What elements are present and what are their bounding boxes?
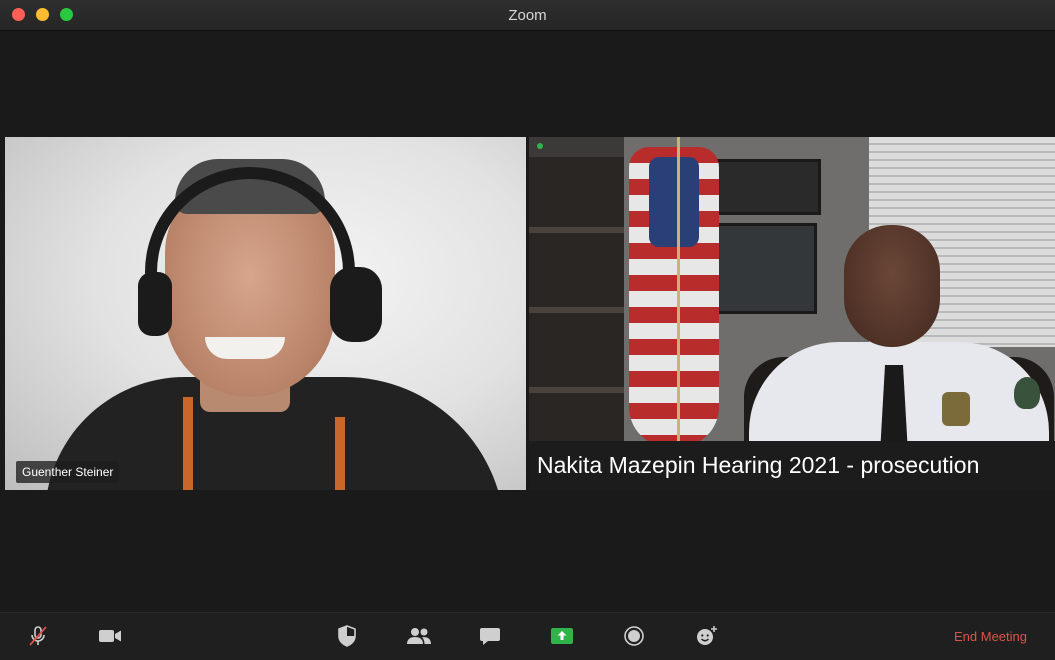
microphone-muted-icon (29, 626, 47, 646)
participants-button[interactable] (405, 623, 433, 649)
meeting-controls-toolbar: End Meeting (0, 612, 1055, 660)
zoom-window: Zoom Guenther Steiner Nakita Mazepin Hea… (0, 0, 1055, 660)
record-button[interactable] (620, 623, 648, 649)
participants-icon (407, 628, 431, 644)
participant-video-tile[interactable]: Guenther Steiner (5, 137, 526, 490)
reactions-button[interactable] (692, 623, 720, 649)
security-shield-icon (338, 625, 356, 647)
share-screen-button[interactable] (548, 623, 576, 649)
mute-button[interactable] (24, 623, 52, 649)
chat-button[interactable] (476, 623, 504, 649)
end-meeting-button[interactable]: End Meeting (954, 629, 1027, 644)
security-button[interactable] (333, 623, 361, 649)
video-gallery: Guenther Steiner Nakita Mazepin Hearing … (0, 31, 1055, 612)
share-screen-icon (551, 628, 573, 644)
record-icon (624, 626, 644, 646)
recording-indicator-icon (537, 143, 543, 149)
window-title: Zoom (508, 7, 547, 24)
start-video-button[interactable] (96, 623, 124, 649)
title-bar: Zoom (0, 0, 1055, 31)
chat-icon (480, 628, 500, 645)
reactions-icon (697, 626, 717, 645)
caption-text: Nakita Mazepin Hearing 2021 - prosecutio… (537, 452, 980, 478)
participant-name-label: Guenther Steiner (16, 461, 120, 483)
participant-video-tile[interactable]: Nakita Mazepin Hearing 2021 - prosecutio… (529, 137, 1055, 490)
caption-bar: Nakita Mazepin Hearing 2021 - prosecutio… (529, 441, 1055, 490)
video-camera-icon (99, 630, 121, 642)
